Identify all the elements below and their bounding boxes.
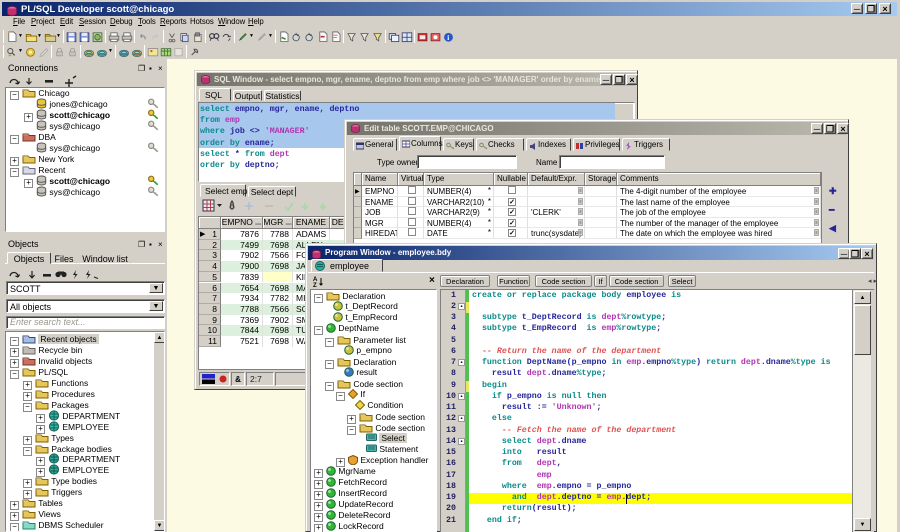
svg-text:Z: Z [313,283,317,287]
svg-text:i: i [447,34,449,42]
